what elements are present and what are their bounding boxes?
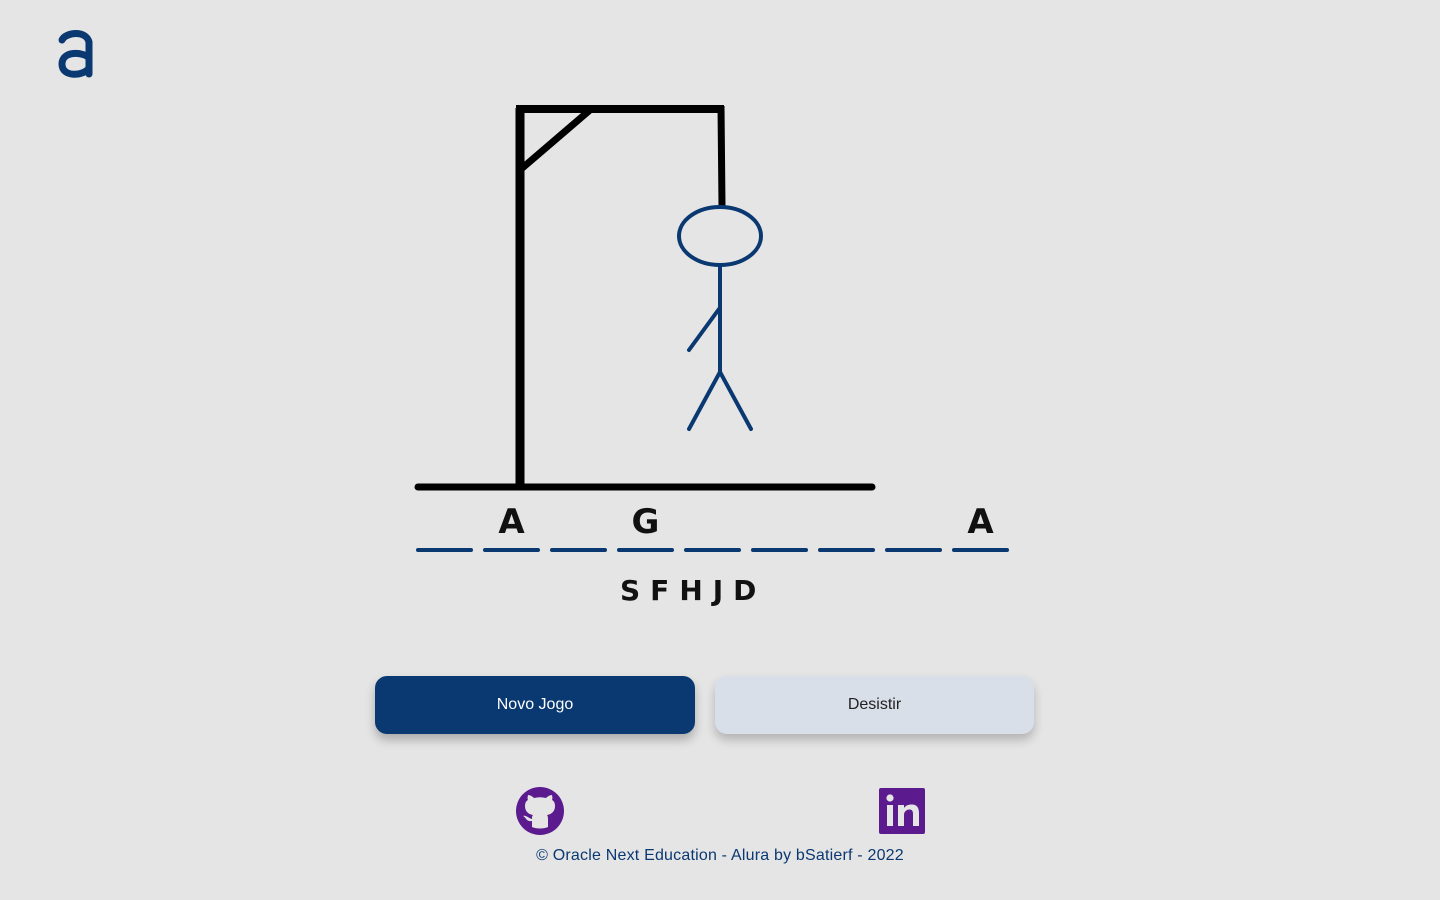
letter-underline	[818, 548, 875, 552]
guessed-letter: G	[631, 502, 660, 542]
hangman-left-leg	[687, 370, 722, 431]
hangman-drawing	[414, 105, 876, 491]
letter-slot	[818, 500, 875, 552]
guessed-letter: A	[967, 502, 994, 542]
wrong-letter: J	[712, 574, 726, 607]
letter-underline	[550, 548, 607, 552]
new-game-button[interactable]: Novo Jogo	[375, 676, 695, 734]
footer-text: © Oracle Next Education - Alura by bSati…	[536, 847, 904, 864]
new-game-label: Novo Jogo	[496, 696, 574, 713]
hangman-figure	[677, 205, 763, 431]
wrong-letter: S	[620, 574, 643, 607]
letter-underline	[751, 548, 808, 552]
letter-slot	[684, 500, 741, 552]
letter-underline	[617, 548, 674, 552]
gallows-rope	[717, 105, 726, 207]
gallows-structure	[414, 105, 876, 491]
hangman-left-arm	[687, 307, 721, 352]
letter-underline	[483, 548, 540, 552]
wrong-letters: SFHJD	[620, 574, 820, 610]
letter-slot: G	[617, 500, 674, 552]
letter-underline	[952, 548, 1009, 552]
gallows-brace	[517, 107, 593, 173]
letter-slot	[416, 500, 473, 552]
letter-slot: A	[483, 500, 540, 552]
letter-underline	[416, 548, 473, 552]
letter-underline	[885, 548, 942, 552]
word-slots: AGA	[416, 500, 1016, 556]
linkedin-icon[interactable]	[877, 786, 927, 836]
wrong-letter: H	[679, 574, 705, 607]
hangman-head	[677, 205, 763, 267]
game-page: A G A SFHJD Novo Jogo Desistir © Oracle Ne…	[0, 0, 1440, 900]
letter-slot	[751, 500, 808, 552]
letter-slot	[550, 500, 607, 552]
guessed-letter: A	[498, 502, 525, 542]
hangman-right-leg	[718, 370, 753, 431]
letter-underline	[684, 548, 741, 552]
wrong-letter: F	[650, 574, 672, 607]
github-icon[interactable]	[515, 786, 565, 836]
give-up-label: Desistir	[847, 696, 902, 713]
letter-slot: A	[952, 500, 1009, 552]
give-up-button[interactable]: Desistir	[715, 676, 1034, 734]
wrong-letter: D	[733, 574, 759, 607]
letter-slot	[885, 500, 942, 552]
